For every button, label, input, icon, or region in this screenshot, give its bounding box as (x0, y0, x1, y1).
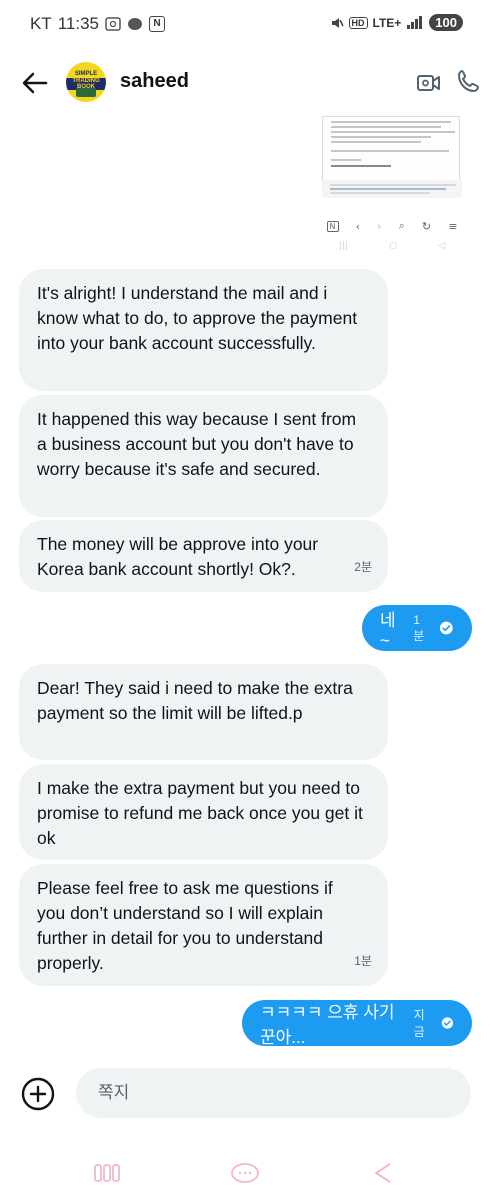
message-incoming[interactable]: It's alright! I understand the mail and … (19, 269, 388, 391)
add-media-icon[interactable] (20, 1076, 56, 1112)
message-input[interactable] (76, 1068, 471, 1118)
message-text: The money will be approve into your Kore… (37, 534, 319, 579)
back-arrow-icon[interactable] (20, 68, 50, 98)
thumbnail-back-icon: ‹ (355, 219, 361, 233)
network-label: LTE+ (372, 15, 402, 30)
thumbnail-search-icon: ⌕ (398, 219, 405, 232)
thumbnail-forward-icon: › (377, 219, 382, 233)
thumbnail-n-icon: N (326, 220, 339, 232)
message-outgoing[interactable]: 네~ 1분 (362, 605, 472, 651)
message-text: Dear! They said i need to make the extra… (37, 678, 353, 723)
naver-icon: N (149, 16, 166, 32)
status-right: HD LTE+ 100 (330, 14, 463, 31)
read-check-icon (440, 621, 454, 635)
status-bar: KT 11:35 N HD LTE+ 100 (0, 0, 491, 50)
message-incoming[interactable]: The money will be approve into your Kore… (19, 520, 388, 592)
message-timestamp: 1분 (413, 612, 425, 643)
thumbnail-home-icon: ○ (389, 241, 397, 251)
message-text: ㅋㅋㅋㅋ 으휴 사기꾼아... (260, 1003, 395, 1047)
username[interactable]: saheed (120, 70, 189, 93)
message-incoming[interactable]: I make the extra payment but you need to… (19, 764, 388, 860)
carrier-label: KT (30, 14, 52, 33)
gallery-icon (105, 17, 121, 31)
chat-bubble-icon (128, 18, 143, 30)
message-outgoing[interactable]: ㅋㅋㅋㅋ 으휴 사기꾼아... 지금 (242, 1000, 472, 1047)
message-text: 네~ (380, 610, 396, 650)
message-text: Please feel free to ask me questions if … (37, 878, 333, 973)
hd-badge: HD (348, 16, 368, 29)
shared-image-attachment[interactable]: N ‹ › ⌕ ↻ ≡ ||| ○ ◁ (318, 116, 466, 256)
video-call-icon[interactable] (416, 70, 442, 96)
thumbnail-menu-icon: ≡ (448, 219, 458, 233)
recent-apps-icon[interactable] (92, 1160, 122, 1186)
read-check-icon (442, 1017, 454, 1029)
thumbnail-browser-toolbar: N ‹ › ⌕ ↻ ≡ (318, 216, 466, 236)
avatar[interactable]: SIMPLE TRADING BOOK (66, 62, 106, 102)
back-nav-icon[interactable] (368, 1160, 398, 1186)
mute-icon (331, 17, 344, 28)
email-footer-thumbnail (322, 180, 462, 198)
home-icon[interactable] (229, 1160, 261, 1186)
avatar-text-top: SIMPLE (74, 71, 98, 77)
conversation-header: SIMPLE TRADING BOOK saheed (0, 52, 491, 116)
battery-indicator: 100 (429, 14, 463, 31)
message-text: It happened this way because I sent from… (37, 409, 357, 479)
message-incoming[interactable]: Dear! They said i need to make the extra… (19, 664, 388, 760)
message-timestamp: 2분 (354, 560, 372, 574)
status-left: KT 11:35 N (30, 14, 166, 34)
thumbnail-nav-bar: ||| ○ ◁ (318, 238, 466, 254)
message-text: It's alright! I understand the mail and … (37, 283, 358, 353)
avatar-graphic (76, 88, 96, 97)
message-timestamp: 지금 (413, 1008, 425, 1039)
message-timestamp: 1분 (354, 954, 372, 968)
message-incoming[interactable]: Please feel free to ask me questions if … (19, 864, 388, 986)
thumbnail-nav-back-icon: ◁ (438, 241, 446, 251)
thumbnail-reload-icon: ↻ (421, 219, 432, 233)
signal-icon (407, 15, 423, 29)
message-text: I make the extra payment but you need to… (37, 778, 363, 848)
message-incoming[interactable]: It happened this way because I sent from… (19, 395, 388, 517)
system-nav-bar (0, 1150, 491, 1200)
clock: 11:35 (57, 14, 100, 33)
thumbnail-recents-icon: ||| (338, 241, 348, 251)
message-composer (0, 1066, 491, 1122)
phone-icon[interactable] (456, 68, 482, 94)
